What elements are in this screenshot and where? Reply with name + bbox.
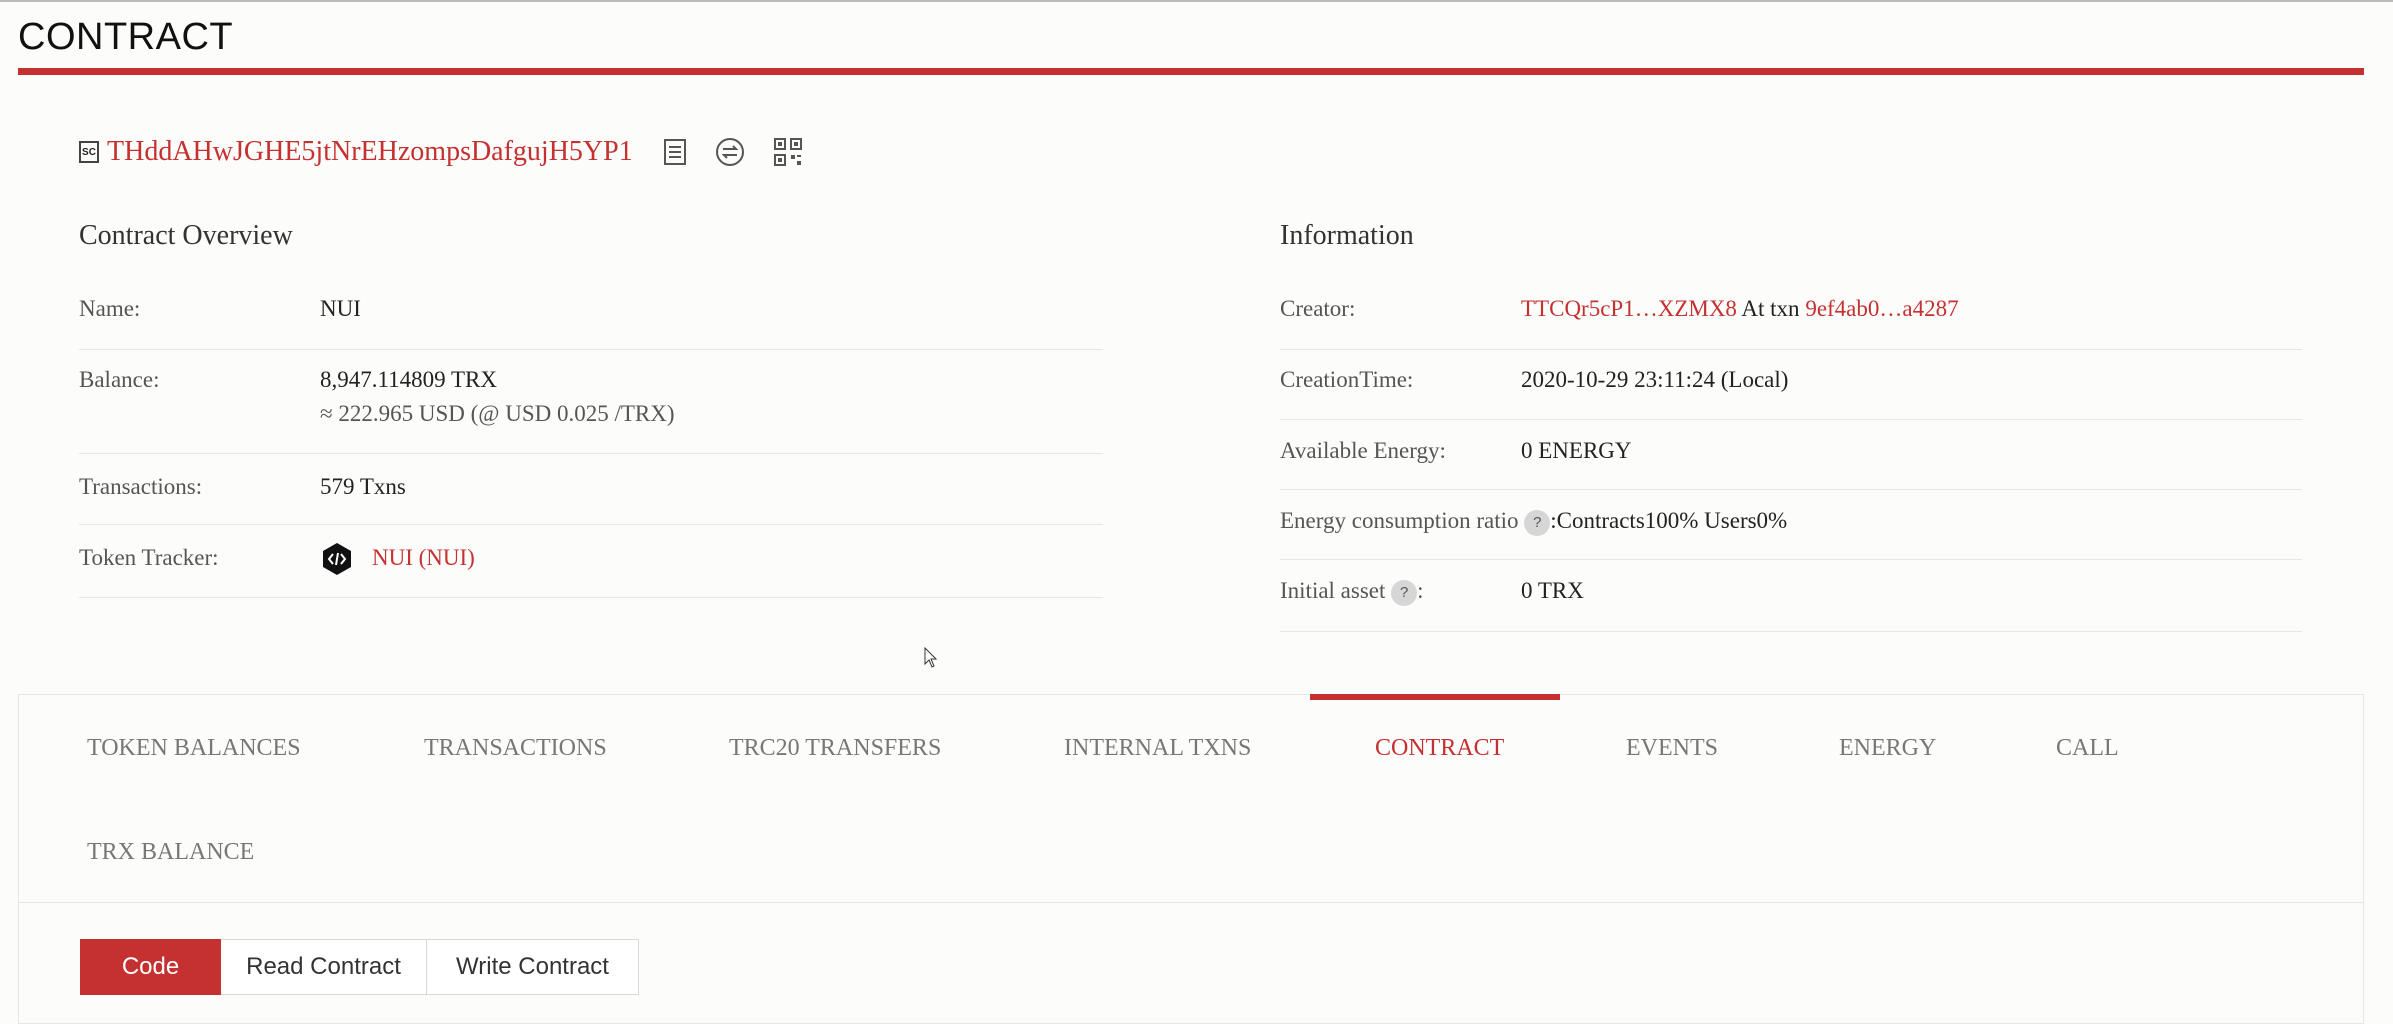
mouse-cursor-icon <box>924 646 938 674</box>
copy-icon[interactable] <box>663 138 687 166</box>
contract-view-toggle: Code Read Contract Write Contract <box>80 939 639 995</box>
active-tab-indicator <box>1310 694 1560 700</box>
title-divider <box>18 68 2364 75</box>
tab-token-balances[interactable]: TOKEN BALANCES <box>87 735 301 762</box>
info-row-creator: Creator: TTCQr5cP1…XZMX8 At txn 9ef4ab0…… <box>1280 282 2302 350</box>
name-label: Name: <box>79 296 141 321</box>
transactions-value[interactable]: 579 Txns <box>320 474 406 500</box>
code-button[interactable]: Code <box>80 939 221 995</box>
tab-events[interactable]: EVENTS <box>1626 735 1718 762</box>
balance-usd-value: ≈ 222.965 USD (@ USD 0.025 /TRX) <box>320 401 675 426</box>
overview-row-transactions: Transactions: 579 Txns <box>79 454 1103 525</box>
transfer-icon[interactable] <box>715 137 745 167</box>
token-tracker-label: Token Tracker: <box>79 545 219 570</box>
information-heading: Information <box>1280 220 1414 251</box>
creator-address-link[interactable]: TTCQr5cP1…XZMX8 <box>1521 296 1737 321</box>
info-row-available-energy: Available Energy: 0 ENERGY <box>1280 420 2302 490</box>
token-code-icon <box>320 542 354 581</box>
available-energy-value: 0 ENERGY <box>1521 438 1632 463</box>
info-row-initial-asset: Initial asset ?: 0 TRX <box>1280 560 2302 632</box>
info-row-creation-time: CreationTime: 2020-10-29 23:11:24 (Local… <box>1280 350 2302 420</box>
balance-value: 8,947.114809 TRX <box>320 367 497 392</box>
token-tracker-link[interactable]: NUI (NUI) <box>372 545 475 571</box>
contract-address[interactable]: THddAHwJGHE5jtNrEHzompsDafgujH5YP1 <box>107 136 633 168</box>
contract-address-row: SC THddAHwJGHE5jtNrEHzompsDafgujH5YP1 <box>79 132 803 172</box>
initial-asset-label: Initial asset <box>1280 578 1386 603</box>
tab-trc20-transfers[interactable]: TRC20 TRANSFERS <box>729 735 941 762</box>
at-txn-label: At txn <box>1741 296 1800 321</box>
initial-asset-value: 0 TRX <box>1521 578 1584 603</box>
tab-internal-txns[interactable]: INTERNAL TXNS <box>1064 735 1251 762</box>
energy-ratio-value: :Contracts100% Users0% <box>1550 508 1788 533</box>
creation-time-label: CreationTime: <box>1280 367 1414 392</box>
tab-transactions[interactable]: TRANSACTIONS <box>424 735 607 762</box>
tab-energy[interactable]: ENERGY <box>1839 735 1936 762</box>
transactions-label: Transactions: <box>79 474 203 499</box>
tabs-divider <box>18 902 2364 903</box>
initial-asset-text: Initial asset ?: <box>1280 578 1424 606</box>
smart-contract-icon: SC <box>79 141 99 163</box>
creation-txn-link[interactable]: 9ef4ab0…a4287 <box>1805 296 1958 321</box>
overview-row-token-tracker: Token Tracker: NUI (NUI) <box>79 525 1103 598</box>
help-icon[interactable]: ? <box>1524 509 1551 536</box>
info-row-energy-ratio: Energy consumption ratio ?:Contracts100%… <box>1280 490 2302 560</box>
overview-row-balance: Balance: 8,947.114809 TRX ≈ 222.965 USD … <box>79 350 1103 454</box>
tab-contract[interactable]: CONTRACT <box>1375 735 1504 762</box>
write-contract-button[interactable]: Write Contract <box>427 939 639 995</box>
creator-label: Creator: <box>1280 296 1356 321</box>
help-icon[interactable]: ? <box>1391 579 1418 606</box>
page-title: CONTRACT <box>18 16 234 58</box>
tab-trx-balance[interactable]: TRX BALANCE <box>87 839 254 866</box>
name-value: NUI <box>320 296 361 321</box>
available-energy-label: Available Energy: <box>1280 438 1446 463</box>
creator-value: TTCQr5cP1…XZMX8 At txn 9ef4ab0…a4287 <box>1521 296 1959 322</box>
energy-ratio-text: Energy consumption ratio ?:Contracts100%… <box>1280 508 1787 536</box>
qr-code-icon[interactable] <box>773 137 803 167</box>
read-contract-button[interactable]: Read Contract <box>221 939 427 995</box>
overview-row-name: Name: NUI <box>79 282 1103 350</box>
creation-time-value: 2020-10-29 23:11:24 (Local) <box>1521 367 1789 392</box>
tab-call[interactable]: CALL <box>2056 735 2119 762</box>
initial-asset-colon: : <box>1417 578 1424 603</box>
contract-overview-heading: Contract Overview <box>79 220 293 251</box>
balance-label: Balance: <box>79 367 160 392</box>
energy-ratio-label: Energy consumption ratio <box>1280 508 1519 533</box>
